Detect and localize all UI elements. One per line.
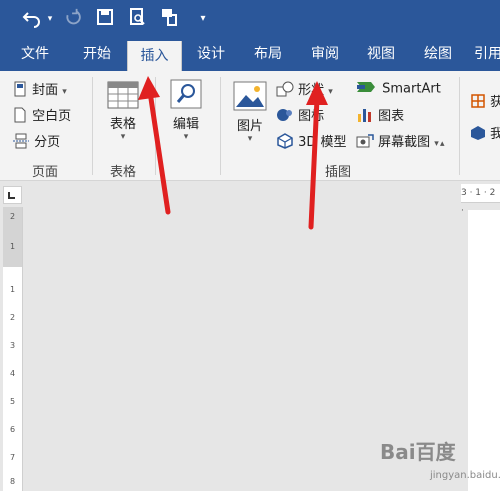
annotation-arrow-shapes [306, 81, 328, 230]
tab-selector[interactable] [3, 186, 22, 204]
ruler-number: 3 [10, 341, 16, 350]
ruler-number: 7 [10, 453, 16, 462]
quick-access-toolbar: ▾ ▾ [0, 0, 500, 38]
icons-icon [276, 107, 294, 127]
tab-draw[interactable]: 绘图 [413, 38, 463, 71]
screenshot-icon [356, 133, 374, 153]
ruler-number: 1 [10, 285, 16, 294]
tab-references[interactable]: 引用 [468, 38, 500, 71]
pages-group-label: 页面 [31, 165, 58, 180]
tab-file[interactable]: 文件 [10, 38, 60, 71]
print-preview-icon[interactable] [126, 8, 148, 30]
blank-page-button[interactable]: 空白页 [12, 105, 71, 127]
get-addins-button[interactable]: 获 [470, 91, 500, 113]
blank-page-icon [12, 107, 28, 127]
ruler-number: 6 [10, 425, 16, 434]
page-break-label: 分页 [34, 135, 61, 150]
save-icon[interactable] [94, 8, 116, 30]
tab-review[interactable]: 审阅 [300, 38, 350, 71]
ruler-number: 5 [10, 397, 16, 406]
chart-label: 图表 [378, 109, 405, 124]
customize-toolbar-icon[interactable]: ▾ [197, 8, 209, 30]
tab-view[interactable]: 视图 [356, 38, 406, 71]
store-icon [470, 93, 486, 113]
chart-button[interactable]: 图表 [356, 105, 404, 127]
addins-icon [470, 125, 486, 145]
ruler-number: 4 [10, 369, 16, 378]
ruler-number: 2 [10, 212, 16, 221]
undo-icon[interactable] [20, 8, 44, 30]
smartart-button[interactable]: SmartArt [356, 79, 441, 99]
watermark-logo: Bai百度 [380, 440, 456, 464]
picture-dropdown-icon: ▾ [247, 134, 253, 144]
document-page[interactable] [468, 210, 500, 491]
ruler-number: 8 [10, 477, 16, 486]
cube-icon [276, 132, 294, 153]
picture-button[interactable]: 图片 ▾ [230, 81, 270, 144]
picture-icon [233, 81, 267, 111]
page-break-icon [12, 133, 30, 153]
picture-label: 图片 [236, 119, 263, 134]
annotation-arrow-insert-tab [138, 76, 171, 215]
ribbon-tabs: 文件 开始 插入 设计 布局 审阅 视图 绘图 引用 [0, 38, 500, 71]
vertical-ruler[interactable]: 2 1 1 2 3 4 5 6 7 8 [3, 207, 23, 491]
undo-dropdown-icon[interactable]: ▾ [45, 8, 55, 30]
illustrations-expand-icon[interactable]: ▴ [440, 139, 445, 149]
screenshot-button[interactable]: 屏幕截图 ▾ [356, 131, 439, 153]
my-addins-button[interactable]: 我 [470, 123, 500, 145]
cover-page-icon [12, 81, 28, 101]
ruler-number: 1 [10, 242, 16, 251]
cover-page-button[interactable]: 封面 ▾ [12, 79, 67, 101]
screenshot-label: 屏幕截图 [378, 135, 431, 150]
group-separator [459, 77, 460, 175]
smartart-label: SmartArt [382, 81, 441, 97]
group-separator [92, 77, 93, 175]
ribbon-panel: 封面 ▾ 空白页 分页 页面 表格 ▾ 表格 编辑 ▾ 图片 ▾ 形状 ▾ 图标… [0, 71, 500, 181]
touch-mode-icon[interactable] [158, 8, 182, 30]
cover-dropdown-icon: ▾ [62, 87, 67, 97]
cover-page-label: 封面 [32, 83, 59, 98]
tab-insert[interactable]: 插入 [127, 41, 182, 71]
tab-design[interactable]: 设计 [186, 38, 236, 71]
redo-icon[interactable] [62, 8, 84, 30]
my-addins-label: 我 [490, 127, 500, 142]
ruler-number: 2 [10, 313, 16, 322]
screenshot-dropdown-icon: ▾ [434, 139, 439, 149]
tab-layout[interactable]: 布局 [243, 38, 293, 71]
blank-page-label: 空白页 [32, 109, 72, 124]
tab-home[interactable]: 开始 [72, 38, 122, 71]
group-separator [220, 77, 221, 175]
smartart-icon [356, 79, 378, 99]
page-break-button[interactable]: 分页 [12, 131, 60, 153]
bar-chart-icon [356, 107, 374, 127]
get-addins-label: 获 [490, 95, 500, 110]
horizontal-ruler[interactable]: 3 · 1 · 2 · [461, 184, 500, 216]
watermark-url: jingyan.baidu.com [430, 470, 500, 481]
shapes-icon [276, 81, 294, 101]
